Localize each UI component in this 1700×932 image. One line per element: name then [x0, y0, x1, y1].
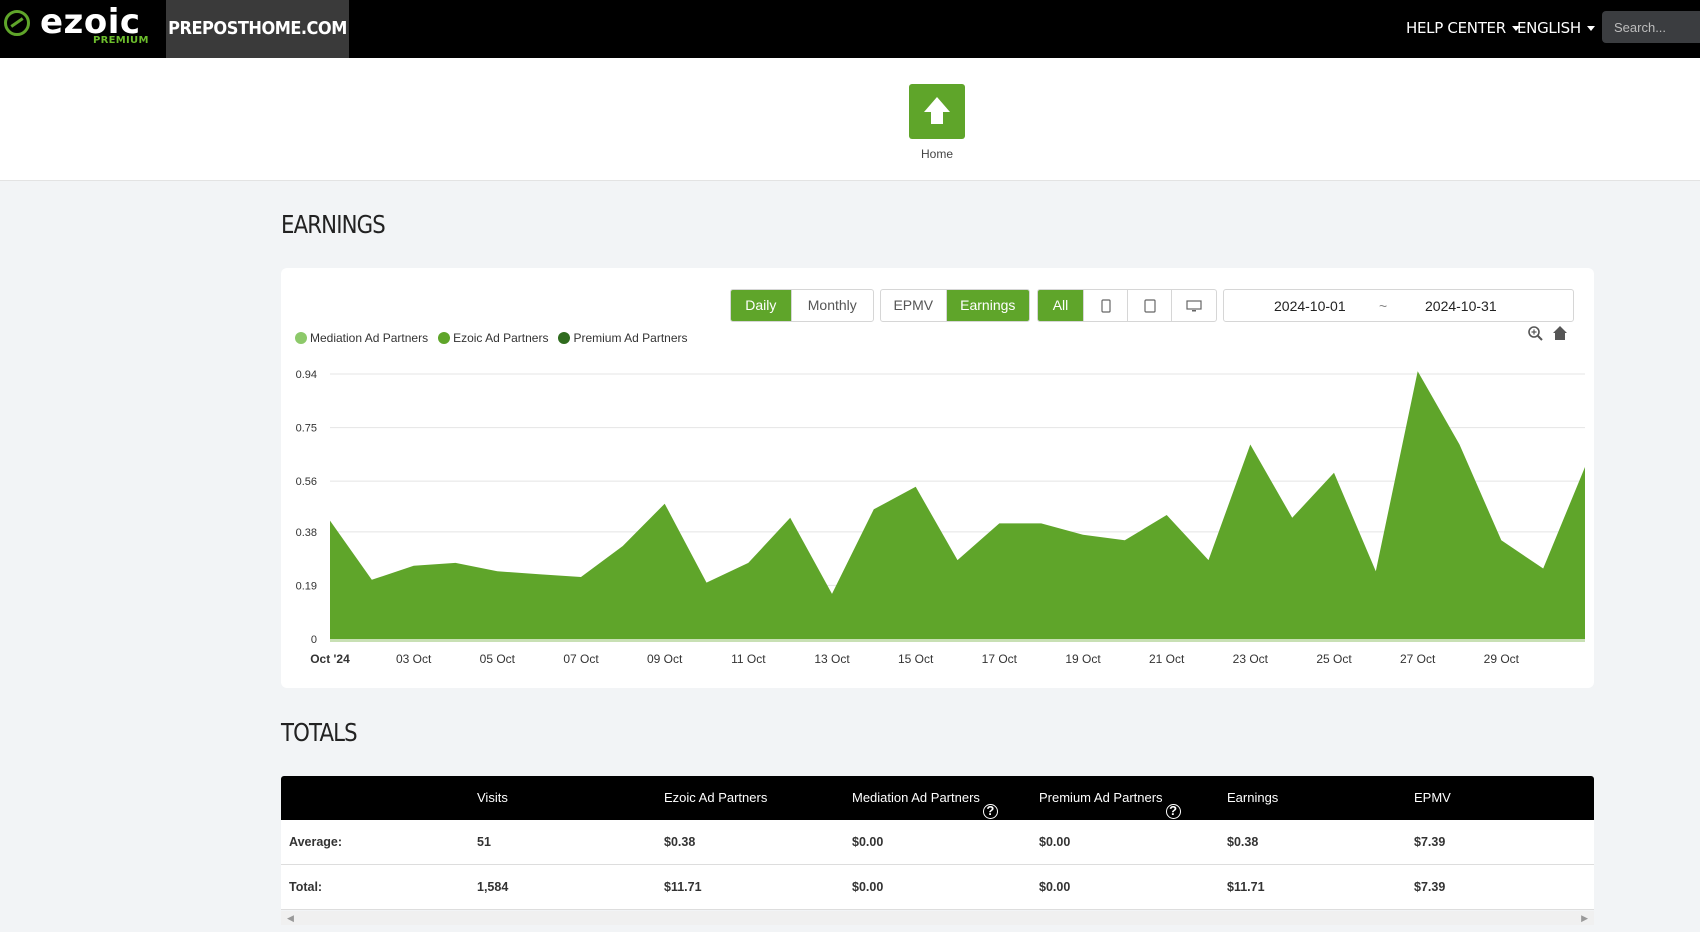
language-menu[interactable]: ENGLISH [1517, 0, 1595, 58]
cell: $11.71 [664, 880, 702, 894]
x-tick-label: 05 Oct [480, 652, 516, 666]
y-tick-label: 0.75 [296, 423, 317, 435]
y-tick-label: 0.38 [296, 527, 317, 539]
cell: $0.38 [664, 835, 696, 849]
x-tick-label: 17 Oct [982, 652, 1018, 666]
table-header: Visits Ezoic Ad Partners Mediation Ad Pa… [281, 776, 1594, 820]
table-row: Total: 1,584 $11.71 $0.00 $0.00 $11.71 $… [281, 865, 1594, 910]
totals-title: TOTALS [281, 718, 358, 747]
earnings-chart-card: Daily Monthly EPMV Earnings All 2024-10-… [281, 268, 1594, 688]
help-center-menu[interactable]: HELP CENTER [1406, 0, 1520, 58]
column-header: Visits [477, 790, 508, 805]
search-input[interactable] [1602, 11, 1700, 43]
home-label: Home [920, 147, 953, 161]
cell: 51 [477, 835, 491, 849]
table-row: Average: 51 $0.38 $0.00 $0.00 $0.38 $7.3… [281, 820, 1594, 865]
y-tick-label: 0.94 [296, 369, 317, 381]
scroll-left-icon[interactable]: ◀ [287, 913, 294, 924]
cell: $7.39 [1414, 835, 1446, 849]
cell: $7.39 [1414, 880, 1446, 894]
x-tick-label: 15 Oct [898, 652, 934, 666]
help-question-icon[interactable]: ? [1165, 804, 1181, 819]
cell: $0.38 [1227, 835, 1259, 849]
logo-subtitle: PREMIUM [93, 35, 149, 46]
x-tick-label: 29 Oct [1484, 652, 1520, 666]
language-label: ENGLISH [1517, 19, 1581, 37]
x-tick-label: Oct '24 [310, 652, 350, 666]
help-question-icon[interactable]: ? [982, 804, 998, 819]
home-icon [924, 97, 950, 124]
y-tick-label: 0.19 [296, 580, 317, 592]
cell: $11.71 [1227, 880, 1265, 894]
column-header: Earnings [1227, 790, 1279, 805]
x-tick-label: 09 Oct [647, 652, 683, 666]
totals-table: Visits Ezoic Ad Partners Mediation Ad Pa… [281, 776, 1594, 910]
scroll-right-icon[interactable]: ▶ [1581, 913, 1588, 924]
help-center-label: HELP CENTER [1406, 19, 1506, 37]
x-tick-label: 03 Oct [396, 652, 432, 666]
cell: $0.00 [852, 880, 884, 894]
x-tick-label: 23 Oct [1233, 652, 1269, 666]
cell: $0.00 [852, 835, 884, 849]
series-area [330, 371, 1585, 639]
home-button[interactable] [909, 84, 965, 139]
x-tick-label: 11 Oct [731, 652, 766, 666]
earnings-area-chart: 0 0.19 0.38 0.56 0.75 0.94 Oct '24 03 Oct 05 Oc… [296, 326, 1585, 666]
column-header: Ezoic Ad Partners [664, 790, 768, 805]
x-tick-label: 25 Oct [1316, 652, 1352, 666]
ezoic-logo-icon [4, 10, 30, 36]
chevron-down-icon [1586, 26, 1595, 31]
zoom-icon[interactable] [1528, 326, 1543, 341]
x-tick-label: 21 Oct [1149, 652, 1185, 666]
column-header: EPMV [1414, 790, 1451, 805]
cell: 1,584 [477, 880, 509, 894]
column-header-label: Mediation Ad Partners [852, 790, 980, 805]
x-tick-label: 19 Oct [1065, 652, 1101, 666]
home-strip: Home [0, 58, 1700, 181]
x-tick-label: 07 Oct [563, 652, 599, 666]
row-label: Average: [289, 835, 343, 849]
y-tick-label: 0.56 [296, 476, 317, 488]
x-tick-label: 13 Oct [814, 652, 850, 666]
row-label: Total: [289, 880, 323, 894]
column-header-label: Premium Ad Partners [1039, 790, 1163, 805]
x-tick-label: 27 Oct [1400, 652, 1436, 666]
horizontal-scrollbar[interactable]: ◀ ▶ [281, 911, 1594, 925]
column-header: Mediation Ad Partners? [852, 790, 998, 819]
reset-zoom-home-icon[interactable] [1553, 326, 1567, 340]
site-name-tab[interactable]: PREPOSTHOME.COM [166, 0, 349, 58]
cell: $0.00 [1039, 880, 1071, 894]
earnings-title: EARNINGS [281, 210, 386, 239]
column-header: Premium Ad Partners? [1039, 790, 1181, 819]
y-tick-label: 0 [311, 634, 317, 646]
ezoic-logo[interactable]: ezoic PREMIUM [0, 0, 166, 58]
cell: $0.00 [1039, 835, 1071, 849]
top-navbar: ezoic PREMIUM PREPOSTHOME.COM HELP CENTE… [0, 0, 1700, 58]
